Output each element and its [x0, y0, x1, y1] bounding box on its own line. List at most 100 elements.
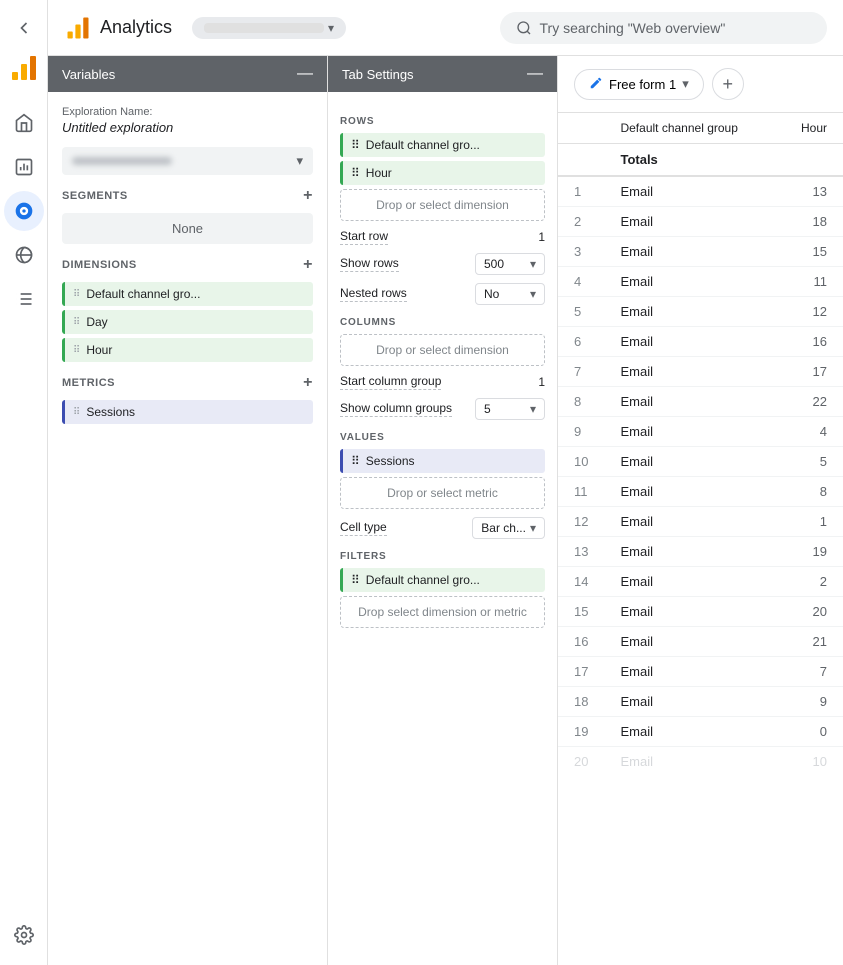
- row-number: 16: [558, 627, 604, 657]
- row-number: 19: [558, 717, 604, 747]
- show-column-groups-setting: Show column groups 5 ▾: [340, 398, 545, 420]
- row-value: 19: [776, 537, 843, 567]
- row-value: 21: [776, 627, 843, 657]
- table-row: 15 Email 20: [558, 597, 843, 627]
- drag-handle: ⠿: [73, 289, 80, 300]
- row-value: 15: [776, 237, 843, 267]
- col-header-num: [558, 113, 604, 144]
- filter-chip[interactable]: ⠿Default channel gro...: [340, 568, 545, 592]
- col-header-dim[interactable]: Default channel group: [604, 113, 776, 144]
- table-row: 14 Email 2: [558, 567, 843, 597]
- row-chip[interactable]: ⠿Default channel gro...: [340, 133, 545, 157]
- nav-settings[interactable]: [4, 921, 44, 961]
- tab-settings-minimize-button[interactable]: —: [527, 66, 543, 82]
- table-row: 17 Email 7: [558, 657, 843, 687]
- row-dimension: Email: [604, 537, 776, 567]
- row-dimension: Email: [604, 417, 776, 447]
- table-row: 11 Email 8: [558, 477, 843, 507]
- value-chip[interactable]: ⠿ Sessions: [340, 449, 545, 473]
- drag-handle: ⠿: [73, 345, 80, 356]
- row-dimension: Email: [604, 657, 776, 687]
- table-row: 5 Email 12: [558, 297, 843, 327]
- drag-handle: ⠿: [351, 166, 360, 180]
- cell-type-value: Bar ch...: [481, 521, 526, 535]
- tab-chevron: ▾: [682, 76, 689, 92]
- show-rows-dropdown[interactable]: 500 ▾: [475, 253, 545, 275]
- rows-drop-zone[interactable]: Drop or select dimension: [340, 189, 545, 221]
- row-dimension: Email: [604, 297, 776, 327]
- search-icon: [516, 20, 532, 36]
- col-header-val[interactable]: Hour: [776, 113, 843, 144]
- filters-drop-zone[interactable]: Drop select dimension or metric: [340, 596, 545, 628]
- dimensions-section-header: DIMENSIONS +: [62, 256, 313, 274]
- show-column-groups-value: 5: [484, 402, 491, 416]
- filters-list: ⠿Default channel gro...: [340, 568, 545, 592]
- nav-home[interactable]: [4, 103, 44, 143]
- row-value: 17: [776, 357, 843, 387]
- row-dimension: Email: [604, 357, 776, 387]
- metrics-add-button[interactable]: +: [303, 374, 313, 392]
- values-section-label: VALUES: [340, 432, 545, 443]
- search-placeholder: Try searching "Web overview": [540, 20, 726, 36]
- nav-advertising[interactable]: [4, 235, 44, 275]
- back-button[interactable]: [4, 8, 44, 48]
- row-value: 4: [776, 417, 843, 447]
- table-row: 4 Email 11: [558, 267, 843, 297]
- nested-rows-dropdown[interactable]: No ▾: [475, 283, 545, 305]
- property-selector[interactable]: ▾: [192, 17, 487, 39]
- row-value: 16: [776, 327, 843, 357]
- property-pill[interactable]: ▾: [192, 17, 346, 39]
- drag-handle: ⠿: [351, 454, 360, 468]
- nav-explore[interactable]: [4, 191, 44, 231]
- columns-section-label: COLUMNS: [340, 317, 545, 328]
- property-dropdown[interactable]: ▾: [62, 147, 313, 175]
- dimension-chip[interactable]: ⠿ Hour: [62, 338, 313, 362]
- dimension-chip-label: Hour: [86, 343, 112, 357]
- tab-free-form-1[interactable]: Free form 1 ▾: [574, 69, 704, 100]
- nav-reports[interactable]: [4, 147, 44, 187]
- row-number: 12: [558, 507, 604, 537]
- row-value: 2: [776, 567, 843, 597]
- data-panel: Free form 1 ▾ + Default channel group Ho…: [558, 56, 843, 965]
- main-content: Analytics ▾ Try searching "Web overview"…: [48, 0, 843, 965]
- value-chip-label: Sessions: [366, 454, 415, 468]
- metric-chip[interactable]: ⠿Sessions: [62, 400, 313, 424]
- row-value: 13: [776, 176, 843, 207]
- dimension-chip[interactable]: ⠿Default channel gro...: [62, 282, 313, 306]
- nav-list[interactable]: [4, 279, 44, 319]
- row-dimension: Email: [604, 747, 776, 777]
- columns-drop-zone[interactable]: Drop or select dimension: [340, 334, 545, 366]
- segments-add-button[interactable]: +: [303, 187, 313, 205]
- exploration-name-value[interactable]: Untitled exploration: [62, 120, 313, 135]
- row-value: 0: [776, 717, 843, 747]
- segments-section-header: SEGMENTS +: [62, 187, 313, 205]
- cell-type-chevron: ▾: [530, 521, 536, 535]
- values-drop-zone[interactable]: Drop or select metric: [340, 477, 545, 509]
- row-number: 2: [558, 207, 604, 237]
- row-dimension: Email: [604, 207, 776, 237]
- property-blurred: [72, 157, 172, 165]
- table-row: 9 Email 4: [558, 417, 843, 447]
- row-value: 7: [776, 657, 843, 687]
- row-chip-label: Hour: [366, 166, 392, 180]
- show-column-groups-dropdown[interactable]: 5 ▾: [475, 398, 545, 420]
- dimensions-add-button[interactable]: +: [303, 256, 313, 274]
- row-chip[interactable]: ⠿ Hour: [340, 161, 545, 185]
- row-number: 15: [558, 597, 604, 627]
- panels: Variables — Exploration Name: Untitled e…: [48, 56, 843, 965]
- app-title: Analytics: [100, 17, 172, 38]
- start-column-group-setting: Start column group 1: [340, 374, 545, 390]
- table-row: 7 Email 17: [558, 357, 843, 387]
- row-dimension: Email: [604, 176, 776, 207]
- variables-minimize-button[interactable]: —: [297, 66, 313, 82]
- exploration-name-label: Exploration Name:: [62, 106, 313, 118]
- cell-type-dropdown[interactable]: Bar ch... ▾: [472, 517, 545, 539]
- add-tab-button[interactable]: +: [712, 68, 744, 100]
- start-column-group-label: Start column group: [340, 374, 441, 390]
- table-row: 8 Email 22: [558, 387, 843, 417]
- table-row: 2 Email 18: [558, 207, 843, 237]
- row-number: 17: [558, 657, 604, 687]
- search-bar[interactable]: Try searching "Web overview": [500, 12, 827, 44]
- segments-none: None: [62, 213, 313, 244]
- dimension-chip[interactable]: ⠿Day: [62, 310, 313, 334]
